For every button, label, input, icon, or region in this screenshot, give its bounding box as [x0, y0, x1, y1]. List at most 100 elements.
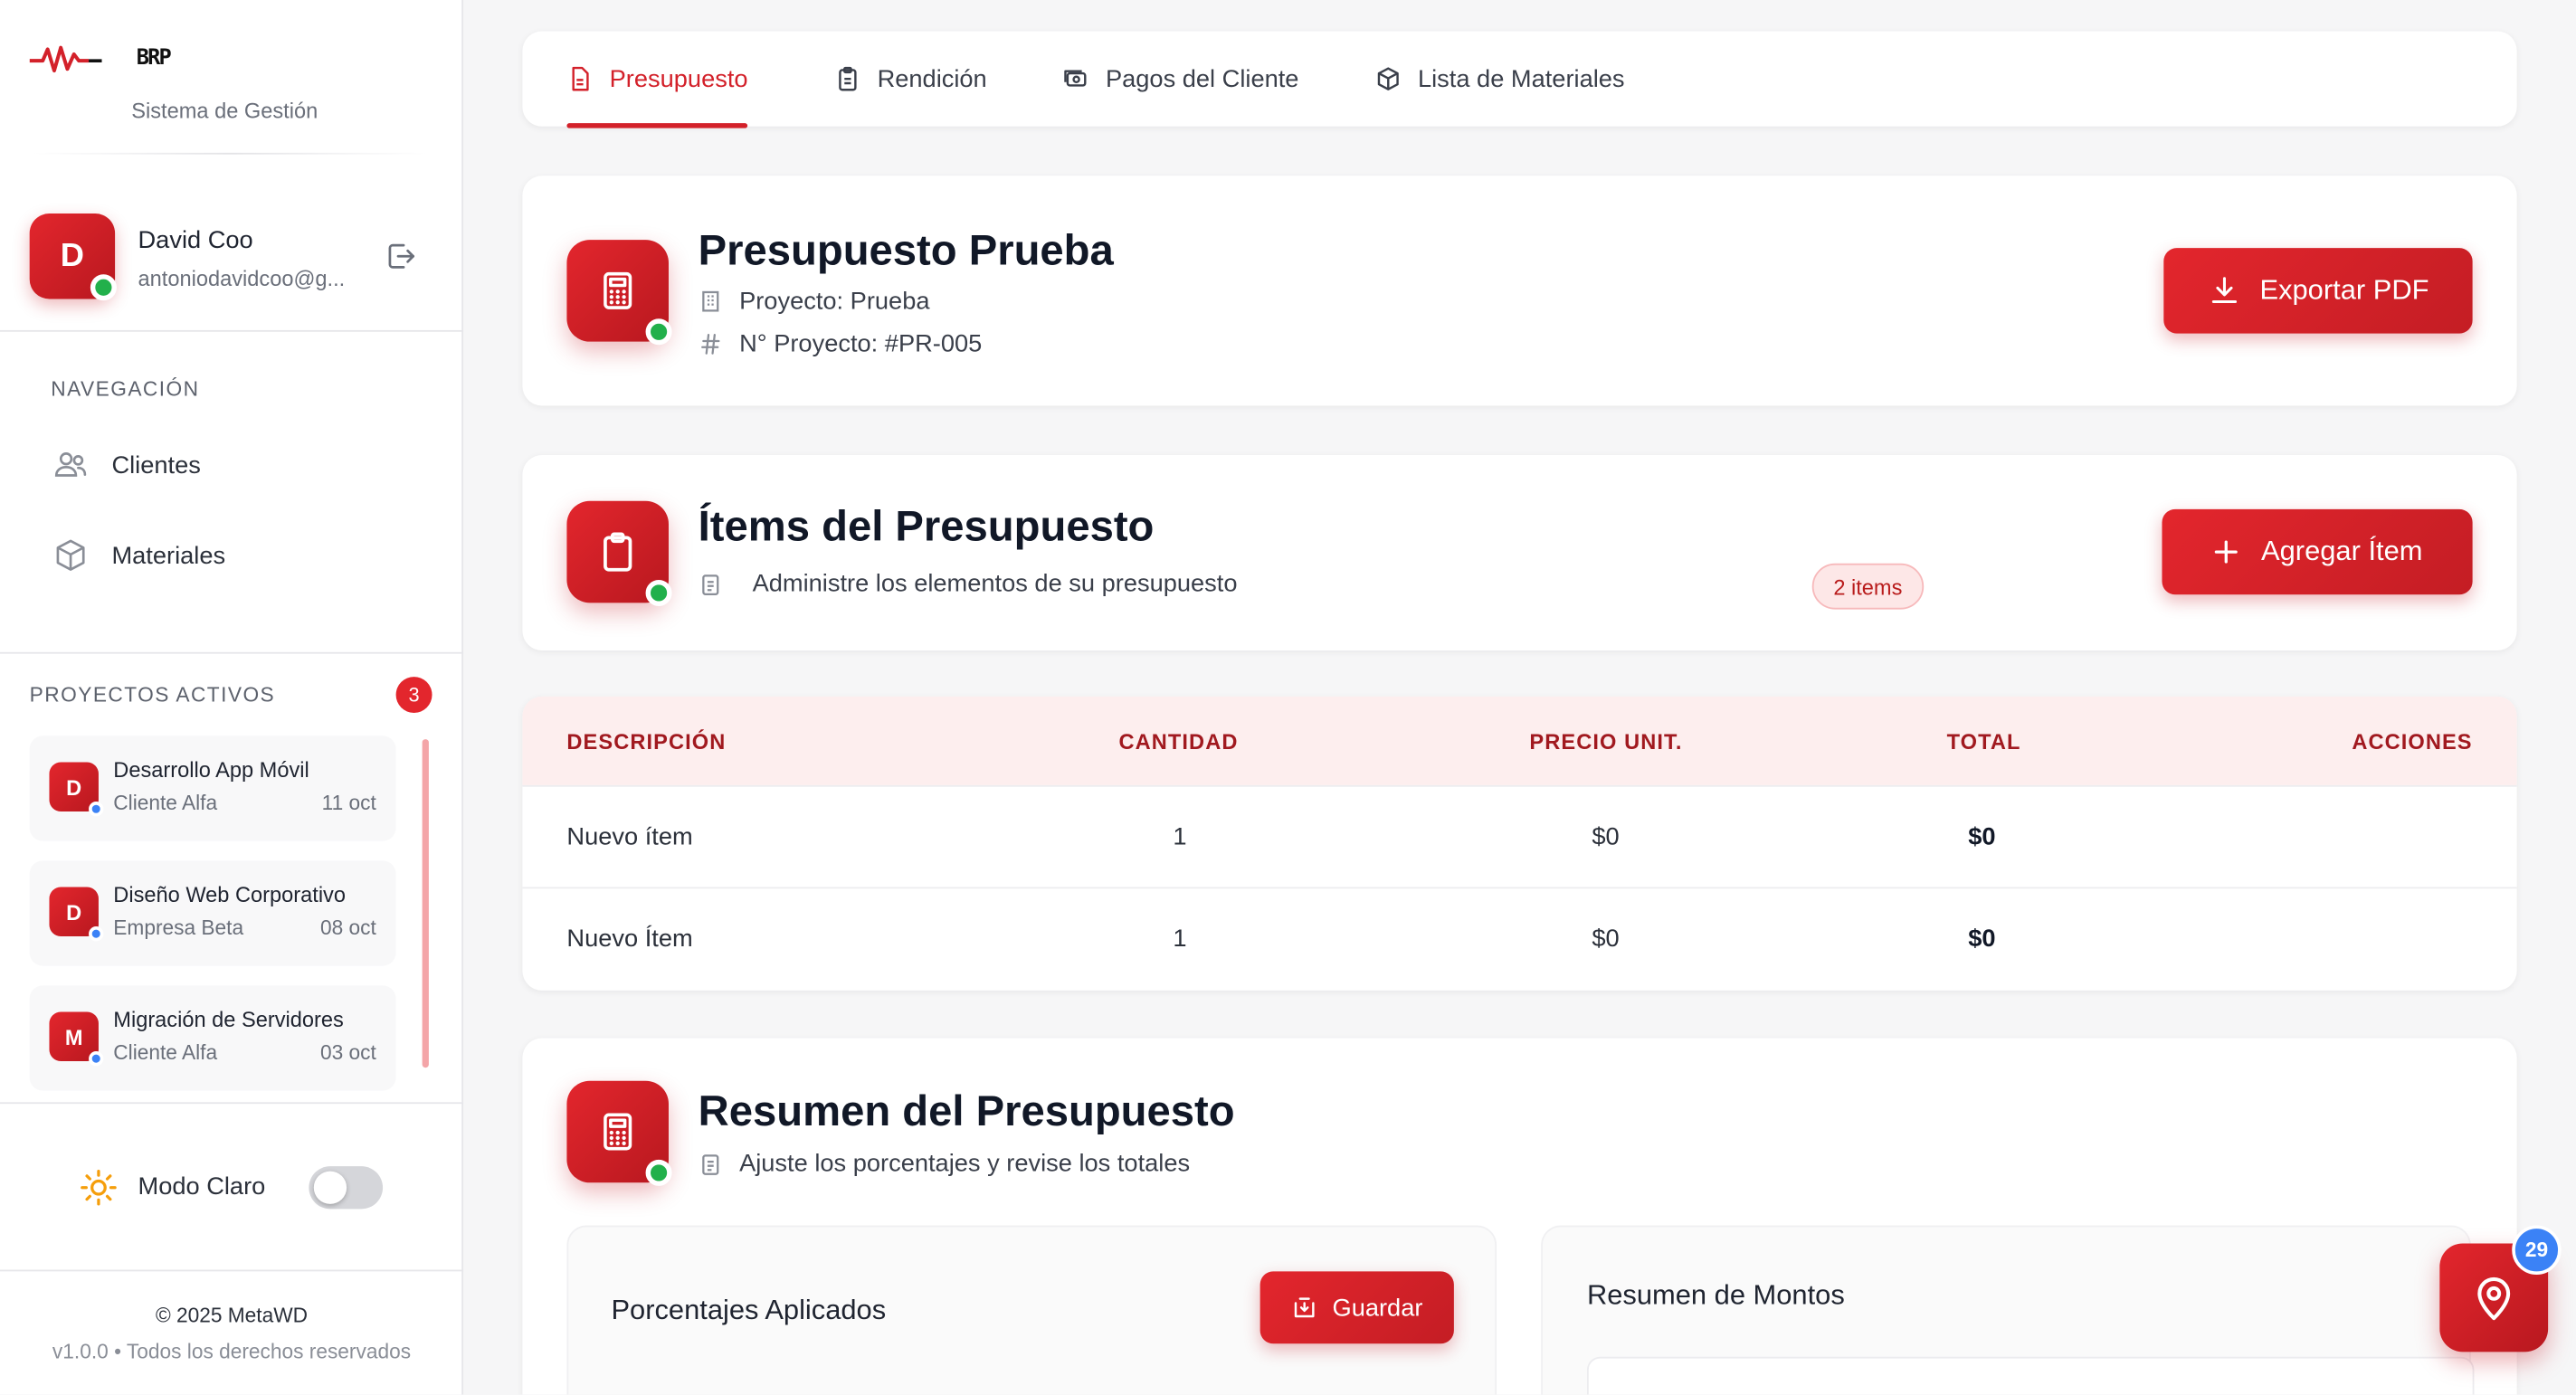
- cube-icon: [56, 539, 85, 571]
- items-subtitle-meta: Administre los elementos de su presupues…: [699, 570, 1238, 598]
- sidebar-item-materiales[interactable]: Materiales: [36, 522, 431, 588]
- tab-label: Rendición: [877, 64, 987, 93]
- tab-pagos-del-cliente[interactable]: Pagos del Cliente: [1061, 31, 1299, 126]
- nav-title: NAVEGACIÓN: [51, 377, 200, 402]
- project-card[interactable]: M Migración de Servidores Cliente Alfa 0…: [29, 985, 396, 1091]
- user-email: antoniodavidcoo@g...: [138, 266, 346, 291]
- sidebar-item-clientes[interactable]: Clientes: [36, 432, 431, 498]
- column-header-descripcion: DESCRIPCIÓN: [566, 729, 727, 754]
- download-icon: [2210, 277, 2237, 303]
- cell-quantity: 1: [1173, 822, 1187, 851]
- brand: BRP Sistema de Gestión: [0, 0, 463, 156]
- tab-label: Presupuesto: [609, 64, 748, 93]
- summary-subtitle: Ajuste los porcentajes y revise los tota…: [739, 1149, 1191, 1178]
- clipboard-icon: [839, 66, 857, 91]
- project-avatar: D: [49, 887, 104, 942]
- sidebar-item-label: Materiales: [111, 541, 226, 570]
- calculator-icon: [604, 1113, 632, 1151]
- project-name: Migración de Servidores: [113, 1007, 344, 1032]
- add-item-label: Agregar Ítem: [2261, 535, 2423, 567]
- items-count-badge: 2 items: [1811, 563, 1925, 610]
- user-profile: D David Coo antoniodavidcoo@g...: [0, 181, 464, 332]
- percentages-title: Porcentajes Aplicados: [611, 1294, 887, 1326]
- project-card[interactable]: D Diseño Web Corporativo Empresa Beta 08…: [29, 860, 396, 966]
- online-status-dot: [645, 318, 672, 346]
- project-client: Cliente Alfa: [113, 1041, 218, 1065]
- summary-card: Resumen del Presupuesto Ajuste los porce…: [522, 1038, 2517, 1395]
- tab-rendicion[interactable]: Rendición: [834, 31, 987, 126]
- avatar-initial: D: [60, 237, 84, 274]
- avatar[interactable]: D: [29, 214, 117, 301]
- table-row[interactable]: Nuevo Ítem 1 $0 $0: [522, 887, 2517, 989]
- project-initial: M: [64, 1024, 83, 1049]
- table-row[interactable]: Nuevo ítem 1 $0 $0: [522, 784, 2517, 887]
- tab-label: Lista de Materiales: [1417, 64, 1625, 93]
- clipboard-icon: [604, 532, 632, 572]
- logo-wave-icon: [29, 45, 102, 73]
- logo-text: BRP: [136, 45, 172, 71]
- percentages-panel: Porcentajes Aplicados Guardar: [566, 1225, 1497, 1395]
- project-avatar: D: [49, 762, 104, 817]
- column-header-total: TOTAL: [1946, 729, 2021, 754]
- theme-switcher: Modo Claro: [0, 1104, 464, 1272]
- project-date: 08 oct: [319, 916, 376, 940]
- user-name: David Coo: [138, 226, 253, 255]
- project-name: Diseño Web Corporativo: [113, 882, 347, 907]
- logout-icon[interactable]: [385, 240, 417, 272]
- project-label: Proyecto: Prueba: [739, 287, 930, 316]
- amount-row: [1586, 1356, 2475, 1395]
- online-status-dot: [645, 579, 672, 606]
- project-date: 11 oct: [321, 792, 376, 815]
- save-label: Guardar: [1332, 1293, 1423, 1322]
- summary-title: Resumen del Presupuesto: [698, 1086, 1235, 1135]
- save-icon: [1294, 1297, 1315, 1318]
- users-icon: [54, 452, 87, 477]
- budget-header-card: Presupuesto Prueba Proyecto: Prueba N° P…: [522, 176, 2517, 406]
- column-header-acciones: ACCIONES: [2352, 729, 2473, 754]
- plus-icon: [2215, 540, 2239, 564]
- theme-toggle[interactable]: [309, 1166, 384, 1210]
- hash-icon: [701, 334, 720, 355]
- cell-description: Nuevo Ítem: [566, 925, 693, 954]
- project-initial: D: [66, 899, 82, 925]
- header-icon-box: [566, 240, 672, 346]
- tab-presupuesto[interactable]: Presupuesto: [566, 31, 748, 128]
- calculator-icon: [604, 271, 632, 309]
- cell-total: $0: [1968, 925, 1996, 954]
- items-title: Ítems del Presupuesto: [698, 500, 1155, 551]
- project-name-meta: Proyecto: Prueba: [699, 288, 930, 316]
- sun-icon: [81, 1169, 117, 1206]
- online-status-dot: [645, 1159, 672, 1186]
- project-client: Empresa Beta: [113, 916, 244, 940]
- status-dot: [89, 802, 104, 817]
- items-subtitle: Administre los elementos de su presupues…: [752, 570, 1238, 598]
- items-icon-box: [566, 500, 672, 606]
- active-projects: PROYECTOS ACTIVOS 3 D Desarrollo App Móv…: [0, 651, 464, 1105]
- project-number: N° Proyecto: #PR-005: [739, 329, 983, 358]
- projects-scrollbar[interactable]: [422, 739, 429, 1068]
- cell-quantity: 1: [1173, 925, 1187, 954]
- project-avatar: M: [49, 1011, 104, 1067]
- sidebar-item-label: Clientes: [111, 451, 201, 479]
- save-button[interactable]: Guardar: [1259, 1271, 1454, 1344]
- building-icon: [702, 290, 719, 312]
- projects-title: PROYECTOS ACTIVOS: [29, 683, 276, 707]
- map-pin-icon: [2477, 1276, 2511, 1321]
- status-dot: [89, 1051, 104, 1067]
- tab-lista-de-materiales[interactable]: Lista de Materiales: [1375, 31, 1625, 126]
- project-card[interactable]: D Desarrollo App Móvil Cliente Alfa 11 o…: [29, 735, 396, 841]
- tab-label: Pagos del Cliente: [1105, 64, 1299, 93]
- items-table: DESCRIPCIÓN CANTIDAD PRECIO UNIT. TOTAL …: [522, 696, 2517, 991]
- summary-subtitle-meta: Ajuste los porcentajes y revise los tota…: [699, 1150, 1190, 1178]
- tab-bar: Presupuesto Rendición Pagos del Cliente …: [522, 31, 2517, 128]
- items-section-card: Ítems del Presupuesto Administre los ele…: [522, 454, 2517, 651]
- project-date: 03 oct: [319, 1041, 376, 1065]
- footer-version: v1.0.0 • Todos los derechos reservados: [52, 1340, 412, 1364]
- add-item-button[interactable]: Agregar Ítem: [2162, 508, 2473, 595]
- column-header-precio-unit: PRECIO UNIT.: [1529, 729, 1683, 754]
- footer-copyright: © 2025 MetaWD: [155, 1304, 309, 1328]
- project-name: Desarrollo App Móvil: [113, 757, 309, 783]
- summary-icon-box: [566, 1080, 672, 1186]
- export-pdf-button[interactable]: Exportar PDF: [2163, 248, 2473, 334]
- document-icon: [572, 66, 589, 91]
